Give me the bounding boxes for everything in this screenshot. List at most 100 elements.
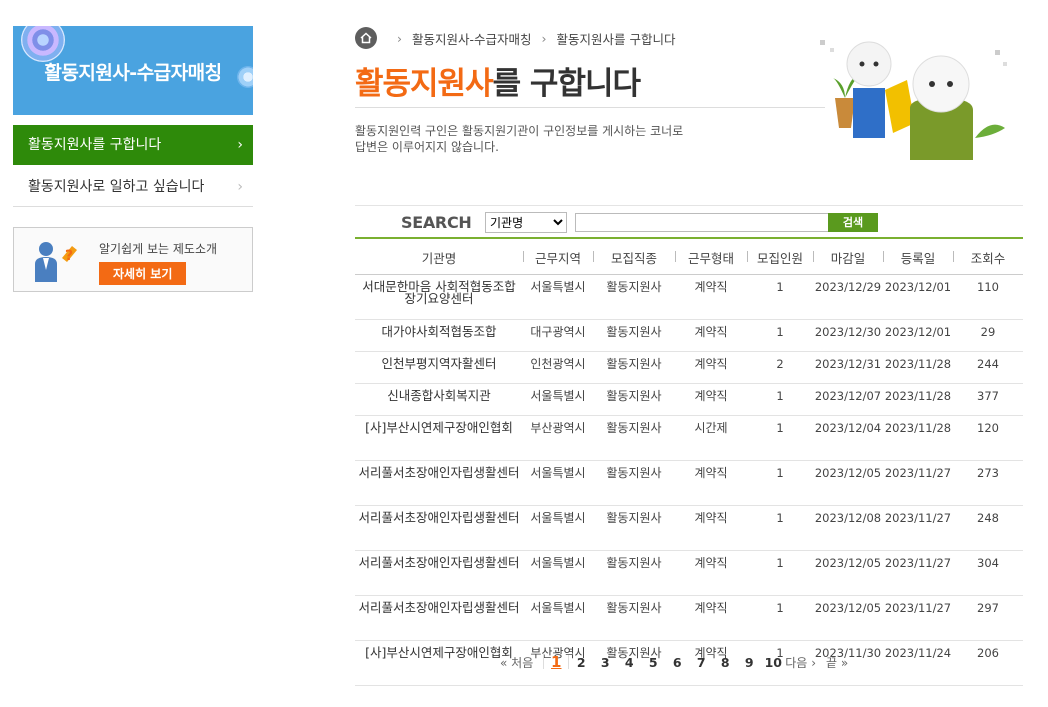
table-cell: 110 <box>953 274 1023 320</box>
table-cell: 2023/12/08 <box>813 505 883 551</box>
sidebar-item-label: 활동지원사를 구합니다 <box>28 137 162 153</box>
table-cell: 활동지원사 <box>593 351 675 384</box>
table-cell: 377 <box>953 383 1023 416</box>
page-link[interactable]: 5 <box>641 655 665 670</box>
page-link[interactable]: 3 <box>593 655 617 670</box>
search-label: SEARCH <box>401 213 472 232</box>
page-title: 활동지원사를 구합니다 <box>355 58 641 103</box>
page-description: 활동지원인력 구인은 활동지원기관이 구인정보를 게시하는 코너로 답변은 이루… <box>355 123 683 155</box>
sidebar-item-find-assistant[interactable]: 활동지원사를 구합니다 › <box>13 125 253 165</box>
table-row[interactable]: 서리풀서초장애인자립생활센터 서울특별시 활동지원사 계약직 1 2023/12/05 20… <box>355 460 1023 506</box>
page-link[interactable]: 8 <box>713 655 737 670</box>
agency-name-link[interactable]: 인천부평지역자활센터 <box>355 351 523 384</box>
page-link[interactable]: 7 <box>689 655 713 670</box>
swirl-decoration-icon <box>21 26 65 62</box>
page-link[interactable]: 2 <box>569 655 593 670</box>
table-cell: 서울특별시 <box>523 383 593 416</box>
table-cell: 1 <box>747 550 813 596</box>
breadcrumb-item[interactable]: 활동지원사-수급자매칭 <box>412 29 532 48</box>
table-cell: 2023/11/28 <box>883 415 953 461</box>
chevron-right-icon: › <box>397 30 402 46</box>
table-row[interactable]: 대가야사회적협동조합 대구광역시 활동지원사 계약직 1 2023/12/30 2023/1… <box>355 319 1023 352</box>
table-cell: 2023/11/27 <box>883 505 953 551</box>
first-page-link[interactable]: « 처음 <box>500 654 533 671</box>
table-row[interactable]: 인천부평지역자활센터 인천광역시 활동지원사 계약직 2 2023/12/31 2023/1… <box>355 351 1023 384</box>
table-cell: 활동지원사 <box>593 595 675 641</box>
table-cell: 206 <box>953 640 1023 686</box>
table-cell: 1 <box>747 274 813 320</box>
column-header: 기관명 <box>355 240 523 275</box>
table-cell: 248 <box>953 505 1023 551</box>
table-cell: 2023/12/31 <box>813 351 883 384</box>
table-cell: 1 <box>747 383 813 416</box>
table-cell: 2023/12/05 <box>813 550 883 596</box>
table-cell: 서울특별시 <box>523 460 593 506</box>
table-cell: 297 <box>953 595 1023 641</box>
agency-name-link[interactable]: 서리풀서초장애인자립생활센터 <box>355 460 523 506</box>
table-cell: 2023/11/27 <box>883 595 953 641</box>
chevron-right-icon: › <box>237 179 243 195</box>
agency-name-link[interactable]: 서대문한마음 사회적협동조합 장기요양센터 <box>355 274 523 320</box>
table-cell: 2023/11/28 <box>883 351 953 384</box>
table-cell: 2 <box>747 351 813 384</box>
agency-name-link[interactable]: 서리풀서초장애인자립생활센터 <box>355 595 523 641</box>
table-cell: 2023/11/28 <box>883 383 953 416</box>
next-page-link[interactable]: 다음 › <box>785 654 816 671</box>
person-question-icon: ? <box>35 242 77 282</box>
double-chevron-left-icon: « <box>500 655 508 670</box>
agency-name-link[interactable]: 서리풀서초장애인자립생활센터 <box>355 505 523 551</box>
table-cell: 계약직 <box>675 550 747 596</box>
job-listing-table: 기관명 근무지역 모집직종 근무형태 모집인원 마감일 등록일 조회수 서대문한… <box>355 240 1023 686</box>
table-row[interactable]: 서대문한마음 사회적협동조합 장기요양센터 서울특별시 활동지원사 계약직 1 2023/… <box>355 274 1023 320</box>
table-row[interactable]: 신내종합사회복지관 서울특별시 활동지원사 계약직 1 2023/12/07 2023/11… <box>355 383 1023 416</box>
table-cell: 1 <box>747 505 813 551</box>
table-cell: 2023/11/27 <box>883 550 953 596</box>
table-cell: 서울특별시 <box>523 550 593 596</box>
view-details-button[interactable]: 자세히 보기 <box>99 262 187 285</box>
svg-text:?: ? <box>65 248 73 264</box>
last-page-link[interactable]: 끝 » <box>826 654 848 671</box>
table-cell: 계약직 <box>675 351 747 384</box>
double-chevron-right-icon: » <box>840 655 849 670</box>
table-cell: 1 <box>747 595 813 641</box>
sidebar-banner: 활동지원사-수급자매칭 <box>13 26 253 115</box>
first-page-label: 처음 <box>511 655 534 670</box>
table-cell: 서울특별시 <box>523 505 593 551</box>
breadcrumb-item-current: 활동지원사를 구합니다 <box>556 31 676 47</box>
table-row[interactable]: 서리풀서초장애인자립생활센터 서울특별시 활동지원사 계약직 1 2023/12/05 20… <box>355 595 1023 641</box>
description-line: 활동지원인력 구인은 활동지원기관이 구인정보를 게시하는 코너로 <box>355 124 684 138</box>
table-cell: 대구광역시 <box>523 319 593 352</box>
page-link[interactable]: 9 <box>737 655 761 670</box>
agency-name-link[interactable]: [사]부산시연제구장애인협회 <box>355 415 523 461</box>
page-link[interactable]: 1 <box>544 653 568 671</box>
table-header-row: 기관명 근무지역 모집직종 근무형태 모집인원 마감일 등록일 조회수 <box>355 240 1023 275</box>
table-row[interactable]: 서리풀서초장애인자립생활센터 서울특별시 활동지원사 계약직 1 2023/12/08 20… <box>355 505 1023 551</box>
table-cell: 2023/12/30 <box>813 319 883 352</box>
table-cell: 273 <box>953 460 1023 506</box>
table-cell: 활동지원사 <box>593 505 675 551</box>
column-header: 모집인원 <box>747 240 813 275</box>
table-cell: 활동지원사 <box>593 460 675 506</box>
page-link[interactable]: 6 <box>665 655 689 670</box>
sidebar-item-want-work[interactable]: 활동지원사로 일하고 싶습니다 › <box>13 167 253 207</box>
search-input[interactable] <box>575 213 829 232</box>
page-link[interactable]: 4 <box>617 655 641 670</box>
table-row[interactable]: [사]부산시연제구장애인협회 부산광역시 활동지원사 시간제 1 2023/12/04 20… <box>355 415 1023 461</box>
chevron-right-icon: › <box>811 655 816 670</box>
agency-name-link[interactable]: 대가야사회적협동조합 <box>355 319 523 352</box>
agency-name-link[interactable]: 서리풀서초장애인자립생활센터 <box>355 550 523 596</box>
table-cell: 활동지원사 <box>593 319 675 352</box>
table-cell: 활동지원사 <box>593 383 675 416</box>
agency-name-link[interactable]: [사]부산시연제구장애인협회 <box>355 640 523 686</box>
page-link[interactable]: 10 <box>761 655 785 670</box>
table-cell: 1 <box>747 415 813 461</box>
agency-name-link[interactable]: 신내종합사회복지관 <box>355 383 523 416</box>
home-icon[interactable] <box>355 27 377 49</box>
table-cell: 서울특별시 <box>523 595 593 641</box>
table-cell: 서울특별시 <box>523 274 593 320</box>
table-cell: 2023/11/24 <box>883 640 953 686</box>
page-title-rest: 를 구합니다 <box>492 66 641 102</box>
search-field-select[interactable]: 기관명 <box>485 212 567 233</box>
table-row[interactable]: 서리풀서초장애인자립생활센터 서울특별시 활동지원사 계약직 1 2023/12/05 20… <box>355 550 1023 596</box>
search-button[interactable]: 검색 <box>828 213 878 232</box>
